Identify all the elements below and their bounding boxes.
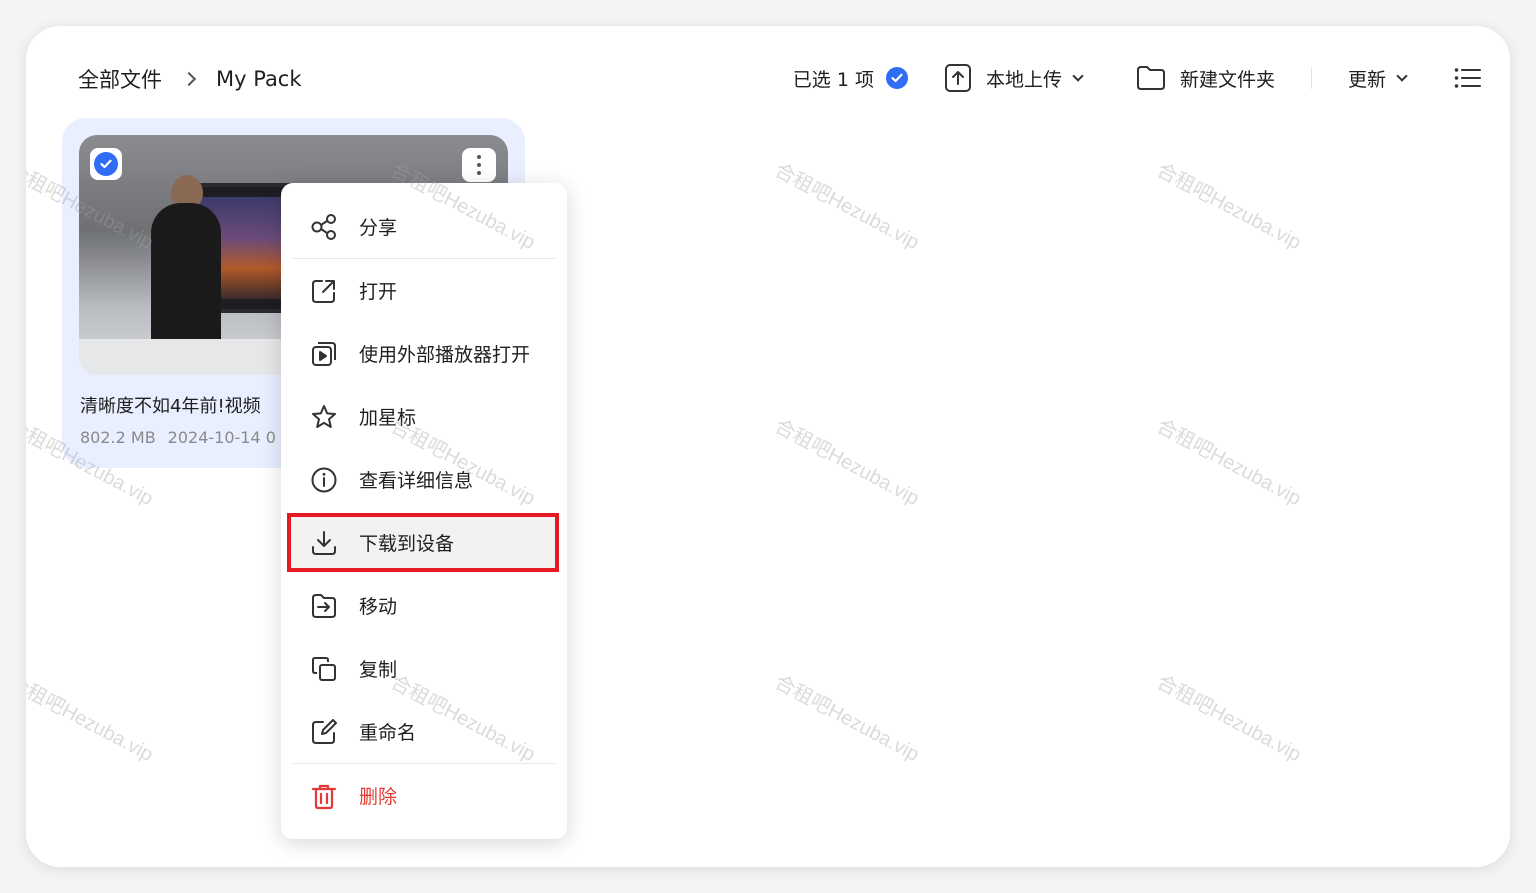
upload-label: 本地上传 (985, 68, 1062, 91)
menu-item-label: 重命名 (359, 722, 417, 744)
breadcrumb-current: My Pack (216, 67, 302, 91)
move-icon (309, 591, 339, 621)
info-icon (309, 465, 339, 495)
trash-icon (309, 781, 339, 811)
watermark: 合租吧Hezuba.vip (771, 671, 923, 766)
menu-item-label: 加星标 (359, 407, 417, 429)
file-size: 802.2 MB (80, 428, 156, 447)
menu-item-label: 下载到设备 (359, 533, 455, 555)
menu-item-download[interactable]: 下载到设备 (281, 511, 567, 574)
menu-item-external-player[interactable]: 使用外部播放器打开 (281, 322, 567, 385)
chevron-down-icon (1072, 70, 1084, 82)
menu-item-details[interactable]: 查看详细信息 (281, 448, 567, 511)
menu-item-label: 复制 (359, 659, 398, 681)
watermark: 合租吧Hezuba.vip (1153, 671, 1305, 766)
sort-label: 更新 (1347, 68, 1386, 91)
more-options-button[interactable] (462, 148, 496, 182)
menu-item-label: 查看详细信息 (359, 470, 474, 492)
toolbar-divider (1310, 67, 1312, 89)
watermark: 合租吧Hezuba.vip (771, 415, 923, 510)
folder-icon (1136, 65, 1166, 91)
menu-item-copy[interactable]: 复制 (281, 637, 567, 700)
menu-item-label: 打开 (359, 281, 398, 303)
menu-item-open[interactable]: 打开 (281, 259, 567, 322)
chevron-right-icon (184, 74, 194, 84)
download-icon (309, 528, 339, 558)
new-folder-label: 新建文件夹 (1179, 68, 1275, 91)
context-menu: 分享 打开 使用外部播放器打开 加星标 查看详细信息 下载到设备 移动 复制 重… (281, 183, 567, 839)
upload-icon (944, 63, 972, 93)
open-external-icon (309, 276, 339, 306)
chevron-down-icon (1396, 70, 1408, 82)
selection-count: 已选 1 项 (792, 68, 874, 91)
menu-item-rename[interactable]: 重命名 (281, 700, 567, 763)
check-circle-icon (94, 152, 118, 176)
menu-item-label: 使用外部播放器打开 (359, 344, 531, 366)
more-vertical-icon (477, 155, 481, 159)
file-browser-window: 全部文件 My Pack 已选 1 项 本地上传 新建文件夹 更新 清晰度不如4… (26, 26, 1510, 867)
menu-item-share[interactable]: 分享 (281, 195, 567, 258)
list-icon (1454, 67, 1482, 89)
file-date: 2024-10-14 0 (167, 428, 276, 447)
player-icon (309, 339, 339, 369)
upload-button[interactable]: 本地上传 (944, 63, 1084, 93)
select-checkbox[interactable] (90, 148, 122, 180)
toolbar: 已选 1 项 本地上传 新建文件夹 更新 (793, 62, 1482, 94)
file-meta: 802.2 MB 2024-10-14 0 (80, 428, 276, 447)
selection-status[interactable]: 已选 1 项 (793, 65, 908, 92)
share-icon (309, 212, 339, 242)
menu-item-star[interactable]: 加星标 (281, 385, 567, 448)
file-name: 清晰度不如4年前!视频 (80, 396, 261, 417)
menu-item-move[interactable]: 移动 (281, 574, 567, 637)
breadcrumb: 全部文件 My Pack (78, 64, 302, 94)
menu-item-delete[interactable]: 删除 (281, 764, 567, 827)
menu-item-label: 移动 (359, 596, 398, 618)
menu-item-label: 分享 (359, 217, 398, 239)
breadcrumb-root[interactable]: 全部文件 (78, 64, 162, 94)
watermark: 合租吧Hezuba.vip (26, 671, 157, 766)
check-circle-icon (885, 67, 908, 89)
sort-button[interactable]: 更新 (1347, 65, 1408, 92)
menu-item-label: 删除 (359, 786, 398, 808)
copy-icon (309, 654, 339, 684)
list-view-button[interactable] (1454, 67, 1482, 89)
watermark: 合租吧Hezuba.vip (771, 159, 923, 254)
rename-icon (309, 717, 339, 747)
new-folder-button[interactable]: 新建文件夹 (1136, 65, 1275, 92)
watermark: 合租吧Hezuba.vip (1153, 415, 1305, 510)
star-icon (309, 402, 339, 432)
watermark: 合租吧Hezuba.vip (1153, 159, 1305, 254)
